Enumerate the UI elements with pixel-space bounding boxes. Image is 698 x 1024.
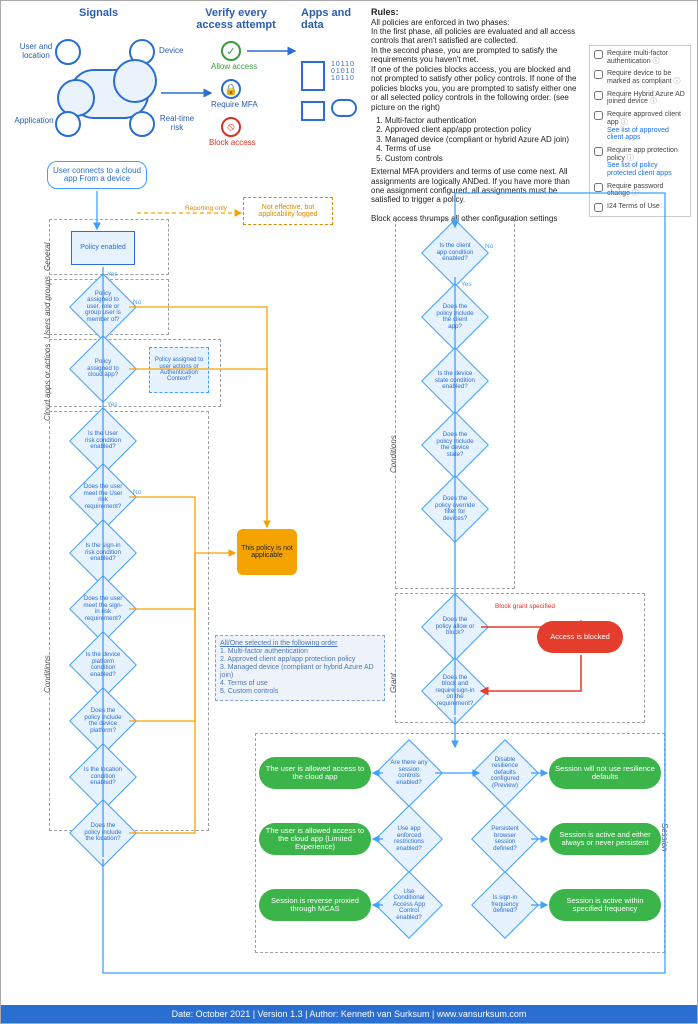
policy-enabled-box: Policy enabled xyxy=(71,231,135,265)
d-left-2: Is the User risk condition enabled? xyxy=(79,417,127,465)
rule-item: Approved client app/app protection polic… xyxy=(385,125,581,134)
left-note-box: Policy assigned to user actions or Authe… xyxy=(149,347,209,393)
cb-mfa[interactable]: Require multi-factor authentication ⓘ xyxy=(594,50,686,65)
d-right-3: Does the policy include the device state… xyxy=(431,421,479,469)
label-user-location: User and location xyxy=(17,43,55,61)
title-verify: Verify every access attempt xyxy=(191,7,281,31)
d-left-5: Does the user meet the sign-in risk requ… xyxy=(79,585,127,633)
d-sess-4: Persistent browser session defined? xyxy=(481,815,529,863)
order-item: 1. Multi-factor authentication xyxy=(220,648,308,655)
block-icon: ⦸ xyxy=(221,117,241,137)
start-box: User connects to a cloud app From a devi… xyxy=(47,161,147,189)
order-heading: All/One selected in the following order xyxy=(220,640,338,647)
check-icon: ✓ xyxy=(221,41,241,61)
d-right-5: Does the policy allow or block? xyxy=(431,603,479,651)
cb-approved[interactable]: Require approved client app ⓘSee list of… xyxy=(594,111,686,142)
label-session: Session xyxy=(660,823,669,851)
d-sess-1: Use app enforced restrictions enabled? xyxy=(385,815,433,863)
d-left-0: Policy assigned to user, role or group u… xyxy=(79,283,127,331)
label-users: Users and groups xyxy=(43,276,52,339)
label-apps: Cloud apps or actions xyxy=(43,344,52,421)
label-allow: Allow access xyxy=(211,63,257,72)
d-sess-5: Is sign-in frequency defined? xyxy=(481,881,529,929)
d-sess-0: Are there any session controls enabled? xyxy=(385,749,433,797)
rule-item: Custom controls xyxy=(385,154,581,163)
lbl-yes: Yes xyxy=(107,401,118,408)
order-item: 2. Approved client app/app protection po… xyxy=(220,656,355,663)
d-right-2: Is the device state condition enabled? xyxy=(431,357,479,405)
outcome-limited: The user is allowed access to the cloud … xyxy=(259,823,371,855)
lbl-yes: Yes xyxy=(461,281,472,288)
header-illustration: Signals Verify every access attempt Apps… xyxy=(11,7,361,167)
label-mfa: Require MFA xyxy=(211,101,258,110)
outcome-mcas: Session is reverse proxied through MCAS xyxy=(259,889,371,921)
label-cond-right: Conditions xyxy=(389,435,398,473)
rules-list: Multi-factor authentication Approved cli… xyxy=(385,116,581,163)
cloud-small-icon xyxy=(331,99,357,117)
d-left-1: Policy assigned to cloud app? xyxy=(79,345,127,393)
label-application: Application xyxy=(13,117,55,126)
data-bits-icon: 101100101010110 xyxy=(331,61,355,82)
label-device: Device xyxy=(159,47,183,56)
rules-p2: In the first phase, all policies are eva… xyxy=(371,27,575,45)
order-item: 3. Managed device (compliant or hybrid A… xyxy=(220,664,374,679)
label-risk: Real-time risk xyxy=(159,115,195,133)
title-apps: Apps and data xyxy=(301,7,361,31)
user-icon xyxy=(55,39,81,65)
cb-compliant[interactable]: Require device to be marked as compliant… xyxy=(594,70,686,85)
label-general: General xyxy=(43,243,52,271)
rules-p3: In the second phase, you are prompted to… xyxy=(371,46,557,64)
title-signals: Signals xyxy=(79,7,118,19)
outcome-persistent: Session is active and either always or n… xyxy=(549,823,661,855)
lock-icon: 🔒 xyxy=(221,79,241,99)
d-right-6: Does the block and require sign-in on th… xyxy=(431,667,479,715)
d-left-7: Does the policy include the device platf… xyxy=(79,697,127,745)
lbl-no: No xyxy=(485,243,493,250)
policy-not-applicable: This policy is not applicable xyxy=(237,529,297,575)
lbl-no: No xyxy=(133,299,141,306)
d-right-0: Is the client app condition enabled? xyxy=(431,229,479,277)
d-left-4: Is the sign-in risk condition enabled? xyxy=(79,529,127,577)
rule-item: Managed device (compliant or hybrid Azur… xyxy=(385,135,581,144)
cb-hybrid[interactable]: Require Hybrid Azure AD joined device ⓘ xyxy=(594,91,686,106)
application-icon xyxy=(55,111,81,137)
order-item: 5. Custom controls xyxy=(220,688,278,695)
access-blocked: Access is blocked xyxy=(537,621,623,653)
outcome-frequency: Session is active within specified frequ… xyxy=(549,889,661,921)
rule-item: Multi-factor authentication xyxy=(385,116,581,125)
risk-icon xyxy=(129,111,155,137)
order-note: All/One selected in the following order … xyxy=(215,635,385,701)
d-sess-3: Disable resilience defaults configured (… xyxy=(481,749,529,797)
rules-p4: If one of the policies blocks access, yo… xyxy=(371,65,576,112)
report-only: Reporting only xyxy=(185,205,227,212)
label-block: Block access xyxy=(209,139,256,148)
lbl-no: No xyxy=(133,489,141,496)
d-left-6: Is the device platform condition enabled… xyxy=(79,641,127,689)
grid-icon xyxy=(301,101,325,121)
flowchart: General Users and groups Cloud apps or a… xyxy=(25,173,675,993)
rules-p1: All policies are enforced in two phases: xyxy=(371,18,509,27)
lbl-yes: Yes xyxy=(107,271,118,278)
not-effective-box: Not effective, but applicability logged xyxy=(243,197,333,225)
d-sess-2: Use Conditional Access App Control enabl… xyxy=(385,881,433,929)
rules-heading: Rules: xyxy=(371,7,399,17)
d-right-1: Does the policy include the client app? xyxy=(431,293,479,341)
label-cond-left: Conditions xyxy=(43,655,52,693)
block-set-label: Block grant specified xyxy=(495,603,555,610)
d-left-8: Is the location condition enabled? xyxy=(79,753,127,801)
group-conditions-left xyxy=(49,411,209,831)
app-box-icon xyxy=(301,61,325,91)
label-grant: Grant xyxy=(389,673,398,693)
d-right-4: Does the policy override filter for devi… xyxy=(431,485,479,533)
order-item: 4. Terms of use xyxy=(220,680,268,687)
footer: Date: October 2021 | Version 1.3 | Autho… xyxy=(1,1005,697,1023)
d-left-3: Does the user meet the User risk require… xyxy=(79,473,127,521)
d-left-9: Does the policy include the location? xyxy=(79,809,127,857)
outcome-allowed: The user is allowed access to the cloud … xyxy=(259,757,371,789)
outcome-resilience: Session will not use resilience defaults xyxy=(549,757,661,789)
rule-item: Terms of use xyxy=(385,144,581,153)
